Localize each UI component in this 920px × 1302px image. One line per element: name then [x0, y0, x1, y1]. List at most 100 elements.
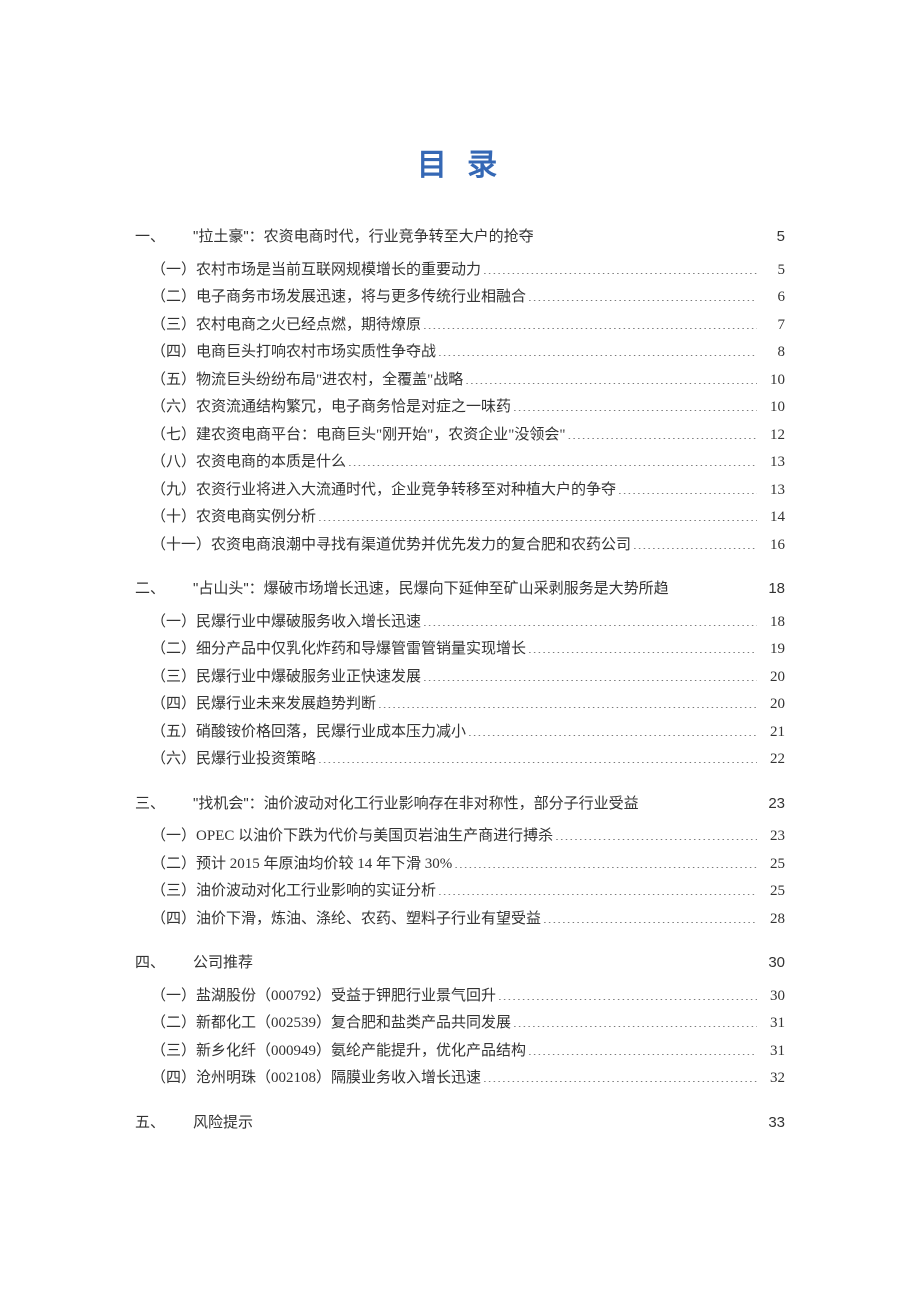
toc-label: 农资电商浪潮中寻找有渠道优势并优先发力的复合肥和农药公司: [211, 533, 631, 559]
toc-marker: （二）: [151, 1011, 196, 1037]
toc-entry[interactable]: （十一）农资电商浪潮中寻找有渠道优势并优先发力的复合肥和农药公司 16: [151, 533, 785, 559]
toc-leader-dots: [528, 638, 757, 653]
toc-page-number: 22: [759, 747, 785, 773]
toc-marker: （五）: [151, 368, 196, 394]
toc-label: 建农资电商平台：电商巨头"刚开始"，农资企业"没领会": [196, 423, 566, 449]
toc-entry[interactable]: 三、"找机会"：油价波动对化工行业影响存在非对称性，部分子行业受益23: [135, 791, 785, 817]
toc-label: 电子商务市场发展迅速，将与更多传统行业相融合: [196, 285, 526, 311]
toc-marker: 五、: [135, 1110, 193, 1136]
toc-page-number: 5: [759, 224, 785, 250]
table-of-contents: 一、"拉土豪"：农资电商时代，行业竞争转至大户的抢夺5 （一）农村市场是当前互联网…: [135, 224, 785, 1135]
toc-page-number: 25: [759, 879, 785, 905]
toc-marker: （四）: [151, 692, 196, 718]
toc-marker: （一）: [151, 258, 196, 284]
toc-page-number: 30: [759, 950, 785, 976]
toc-label: 新乡化纤（000949）氨纶产能提升，优化产品结构: [196, 1039, 526, 1065]
toc-label: "找机会"：油价波动对化工行业影响存在非对称性，部分子行业受益: [193, 791, 639, 817]
toc-label: 农资电商实例分析: [196, 505, 316, 531]
toc-page-number: 18: [759, 610, 785, 636]
toc-marker: 四、: [135, 950, 193, 976]
toc-marker: （十）: [151, 505, 196, 531]
toc-marker: （十一）: [151, 533, 211, 559]
toc-label: 农村电商之火已经点燃，期待燎原: [196, 313, 421, 339]
page-content: 目 录 一、"拉土豪"：农资电商时代，行业竞争转至大户的抢夺5（一）农村市场是当…: [0, 0, 920, 1302]
toc-entry[interactable]: （五）物流巨头纷纷布局"进农村，全覆盖"战略10: [151, 368, 785, 394]
toc-page-number: 10: [759, 368, 785, 394]
toc-label: 民爆行业中爆破服务业正快速发展: [196, 665, 421, 691]
toc-label: 油价下滑，炼油、涤纶、农药、塑料子行业有望受益: [196, 907, 541, 933]
toc-marker: （六）: [151, 747, 196, 773]
toc-page-number: 8: [759, 340, 785, 366]
toc-entry[interactable]: （八）农资电商的本质是什么13: [151, 450, 785, 476]
toc-marker: （二）: [151, 852, 196, 878]
toc-label: 预计 2015 年原油均价较 14 年下滑 30%: [196, 852, 452, 878]
toc-page-number: 25: [759, 852, 785, 878]
toc-entry[interactable]: （六）农资流通结构繁冗，电子商务恰是对症之一味药10: [151, 395, 785, 421]
toc-entry[interactable]: （二）细分产品中仅乳化炸药和导爆管雷管销量实现增长19: [151, 637, 785, 663]
toc-marker: （六）: [151, 395, 196, 421]
toc-entry[interactable]: （一）OPEC 以油价下跌为代价与美国页岩油生产商进行搏杀23: [151, 824, 785, 850]
toc-marker: 二、: [135, 576, 193, 602]
toc-leader-dots: [498, 985, 757, 1000]
toc-entry[interactable]: （一）民爆行业中爆破服务收入增长迅速18: [151, 610, 785, 636]
toc-leader-dots: [423, 611, 757, 626]
toc-marker: （二）: [151, 637, 196, 663]
toc-entry[interactable]: （一）农村市场是当前互联网规模增长的重要动力5: [151, 258, 785, 284]
toc-marker: 三、: [135, 791, 193, 817]
toc-entry[interactable]: （四）电商巨头打响农村市场实质性争夺战8: [151, 340, 785, 366]
toc-entry[interactable]: （三）新乡化纤（000949）氨纶产能提升，优化产品结构31: [151, 1039, 785, 1065]
toc-marker: 一、: [135, 224, 193, 250]
toc-entry[interactable]: （一）盐湖股份（000792）受益于钾肥行业景气回升30: [151, 984, 785, 1010]
toc-entry[interactable]: （二）新都化工（002539）复合肥和盐类产品共同发展31: [151, 1011, 785, 1037]
toc-label: 公司推荐: [193, 950, 253, 976]
toc-leader-dots: [568, 424, 757, 439]
toc-marker: （九）: [151, 478, 196, 504]
toc-entry[interactable]: （七）建农资电商平台：电商巨头"刚开始"，农资企业"没领会"12: [151, 423, 785, 449]
toc-page-number: 16: [759, 533, 785, 559]
toc-page-number: 21: [759, 720, 785, 746]
toc-entry[interactable]: 一、"拉土豪"：农资电商时代，行业竞争转至大户的抢夺5: [135, 224, 785, 250]
toc-leader-dots: [438, 880, 757, 895]
toc-entry[interactable]: （三）民爆行业中爆破服务业正快速发展20: [151, 665, 785, 691]
toc-entry[interactable]: （二）电子商务市场发展迅速，将与更多传统行业相融合6: [151, 285, 785, 311]
toc-entry[interactable]: 五、风险提示33: [135, 1110, 785, 1136]
toc-marker: （八）: [151, 450, 196, 476]
toc-page-number: 14: [759, 505, 785, 531]
toc-leader-dots: [255, 952, 757, 967]
toc-entry[interactable]: 四、公司推荐 30: [135, 950, 785, 976]
toc-leader-dots: [483, 259, 757, 274]
toc-marker: （三）: [151, 1039, 196, 1065]
toc-entry[interactable]: （四）民爆行业未来发展趋势判断20: [151, 692, 785, 718]
toc-label: 风险提示: [193, 1110, 253, 1136]
toc-entry[interactable]: （五）硝酸铵价格回落，民爆行业成本压力减小21: [151, 720, 785, 746]
toc-page-number: 12: [759, 423, 785, 449]
toc-label: 农资行业将进入大流通时代，企业竞争转移至对种植大户的争夺: [196, 478, 616, 504]
toc-label: 盐湖股份（000792）受益于钾肥行业景气回升: [196, 984, 496, 1010]
toc-leader-dots: [348, 451, 757, 466]
toc-page-number: 13: [759, 478, 785, 504]
toc-entry[interactable]: （四）沧州明珠（002108）隔膜业务收入增长迅速32: [151, 1066, 785, 1092]
toc-label: 农资电商的本质是什么: [196, 450, 346, 476]
toc-leader-dots: [255, 1112, 757, 1127]
toc-leader-dots: [465, 369, 757, 384]
toc-entry[interactable]: （十）农资电商实例分析 14: [151, 505, 785, 531]
toc-entry[interactable]: （六）民爆行业投资策略22: [151, 747, 785, 773]
toc-leader-dots: [536, 226, 757, 241]
toc-marker: （一）: [151, 824, 196, 850]
toc-page-number: 23: [759, 824, 785, 850]
toc-entry[interactable]: （九）农资行业将进入大流通时代，企业竞争转移至对种植大户的争夺 13: [151, 478, 785, 504]
toc-leader-dots: [633, 534, 757, 549]
toc-entry[interactable]: （三）农村电商之火已经点燃，期待燎原7: [151, 313, 785, 339]
toc-entry[interactable]: 二、"占山头"：爆破市场增长迅速，民爆向下延伸至矿山采剥服务是大势所趋18: [135, 576, 785, 602]
toc-label: 民爆行业未来发展趋势判断: [196, 692, 376, 718]
toc-entry[interactable]: （二）预计 2015 年原油均价较 14 年下滑 30% 25: [151, 852, 785, 878]
toc-entry[interactable]: （三）油价波动对化工行业影响的实证分析25: [151, 879, 785, 905]
toc-leader-dots: [438, 341, 757, 356]
toc-page-number: 10: [759, 395, 785, 421]
toc-marker: （三）: [151, 879, 196, 905]
toc-entry[interactable]: （四）油价下滑，炼油、涤纶、农药、塑料子行业有望受益28: [151, 907, 785, 933]
toc-label: 新都化工（002539）复合肥和盐类产品共同发展: [196, 1011, 511, 1037]
toc-page-number: 32: [759, 1066, 785, 1092]
toc-label: "占山头"：爆破市场增长迅速，民爆向下延伸至矿山采剥服务是大势所趋: [193, 576, 669, 602]
toc-leader-dots: [318, 506, 757, 521]
